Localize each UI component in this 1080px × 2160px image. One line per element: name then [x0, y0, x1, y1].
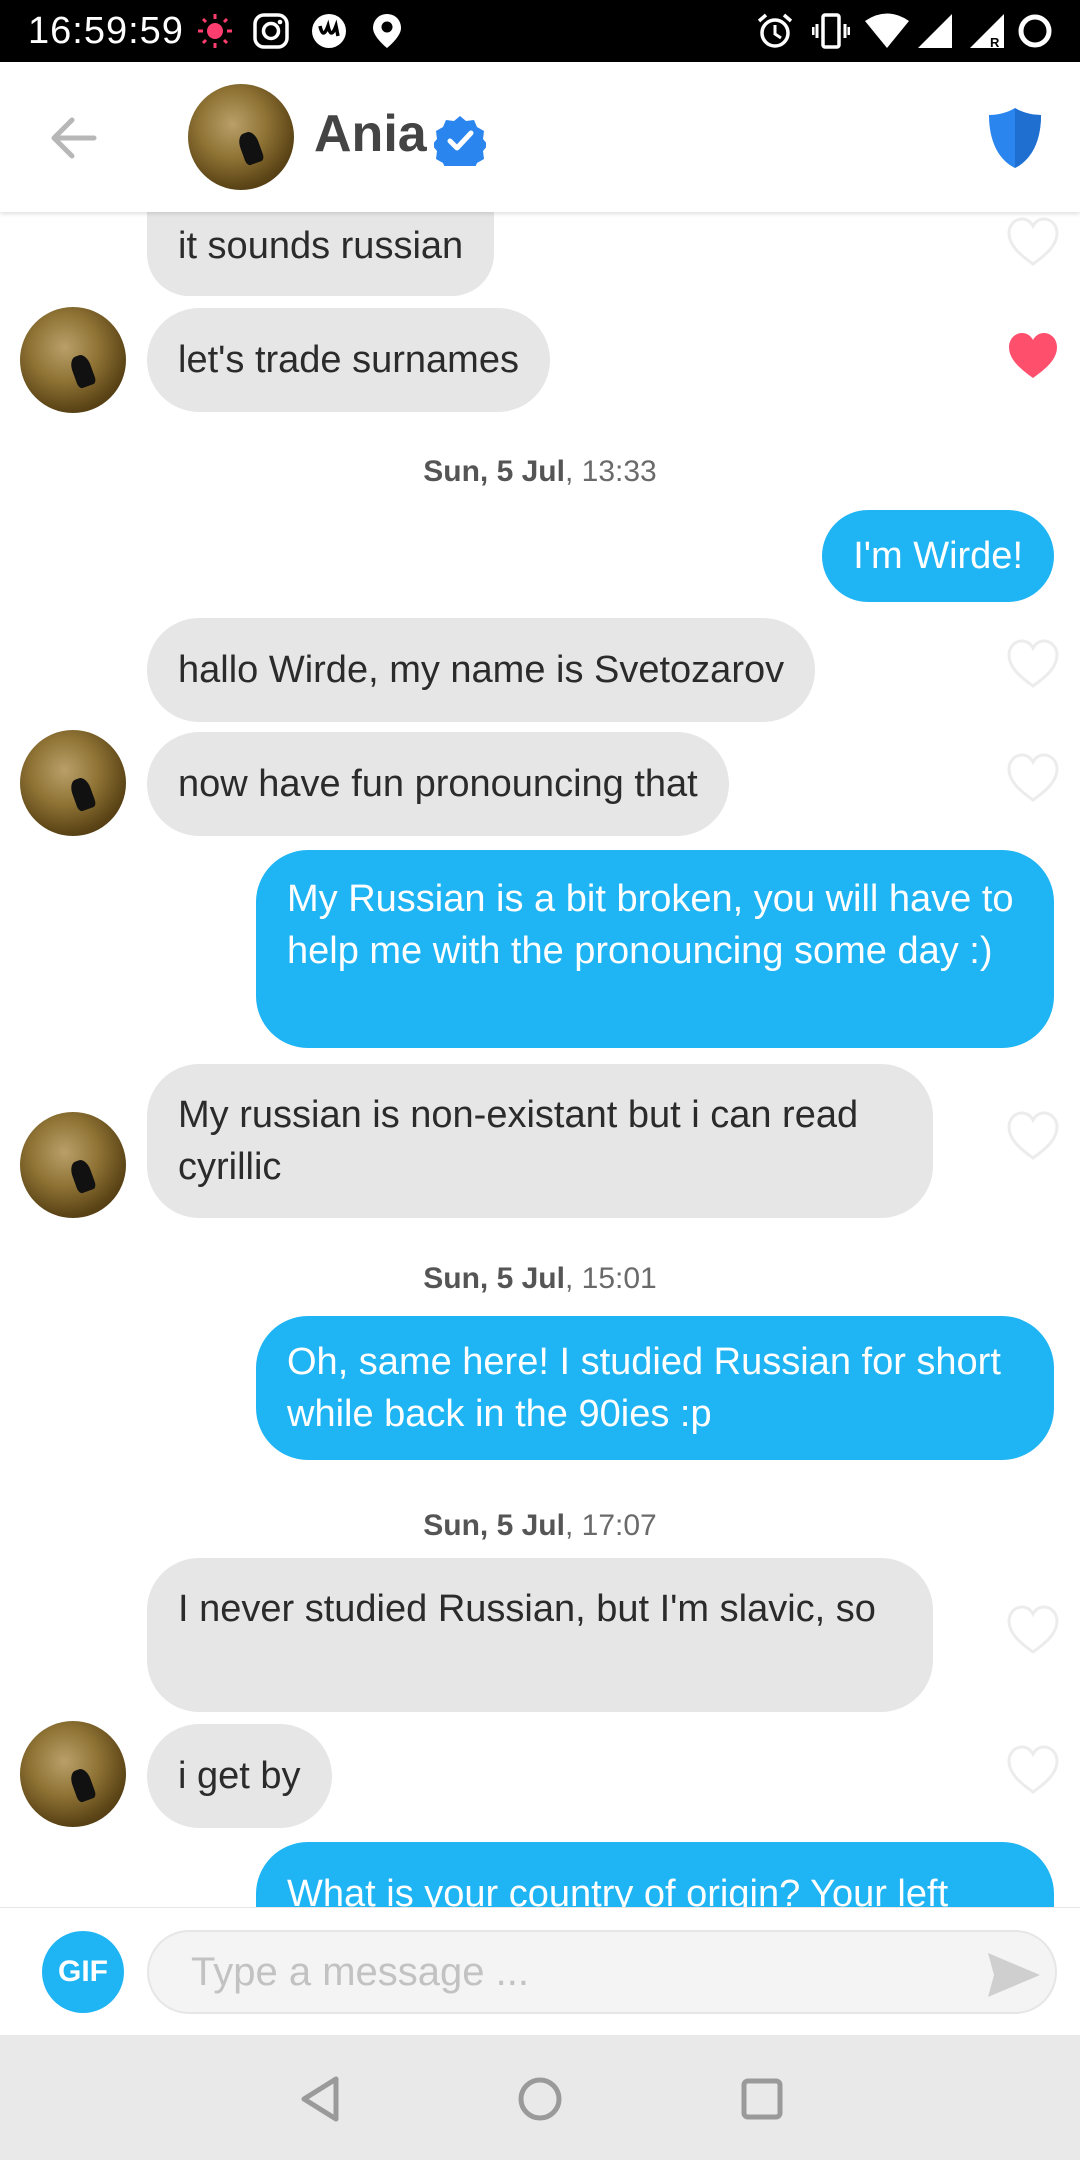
message-bubble-incoming[interactable]: My russian is non-existant but i can rea…: [147, 1064, 933, 1218]
message-timestamp: Sun, 5 Jul, 13:33: [423, 455, 657, 488]
message-input[interactable]: [147, 1930, 1057, 2014]
sender-avatar[interactable]: [20, 1112, 126, 1218]
nav-home-icon[interactable]: [514, 2073, 566, 2125]
svg-text:R: R: [990, 35, 1000, 50]
sender-avatar[interactable]: [20, 1721, 126, 1827]
message-bubble-incoming[interactable]: i get by: [147, 1724, 332, 1828]
nav-recents-icon[interactable]: [736, 2073, 788, 2125]
instagram-icon: [253, 13, 289, 49]
alarm-icon: [757, 13, 793, 48]
safety-shield-icon[interactable]: [985, 106, 1045, 170]
nav-back-icon[interactable]: [294, 2073, 346, 2125]
notification-dot-icon: [198, 14, 232, 48]
message-bubble-incoming[interactable]: hallo Wirde, my name is Svetozarov: [147, 618, 816, 722]
heart-outline-icon[interactable]: [1005, 1602, 1061, 1658]
message-bubble-outgoing[interactable]: I'm Wirde!: [822, 510, 1054, 602]
sender-avatar[interactable]: [20, 730, 126, 836]
location-icon: [373, 14, 401, 48]
message-bubble-incoming[interactable]: it sounds russian: [147, 212, 495, 296]
heart-outline-icon[interactable]: [1005, 1742, 1061, 1798]
message-bubble-outgoing[interactable]: Oh, same here! I studied Russian for sho…: [256, 1316, 1054, 1460]
verified-badge-icon: [434, 116, 486, 166]
message-composer: GIF: [0, 1907, 1080, 2035]
signal-icon: [918, 14, 952, 48]
status-time: 16:59:59: [28, 10, 184, 52]
heart-outline-icon[interactable]: [1005, 214, 1061, 270]
heart-filled-icon[interactable]: [1005, 328, 1061, 384]
wifi-icon: [865, 13, 909, 48]
message-bubble-outgoing[interactable]: My Russian is a bit broken, you will hav…: [256, 850, 1054, 1048]
heart-outline-icon[interactable]: [1005, 1108, 1061, 1164]
message-bubble-incoming[interactable]: I never studied Russian, but I'm slavic,…: [147, 1558, 933, 1712]
vibrate-icon: [812, 13, 850, 49]
back-arrow-icon[interactable]: [44, 108, 104, 168]
message-bubble-incoming[interactable]: now have fun pronouncing that: [147, 732, 729, 836]
heart-outline-icon[interactable]: [1005, 750, 1061, 806]
heart-outline-icon[interactable]: [1005, 636, 1061, 692]
sender-avatar[interactable]: [20, 307, 126, 413]
profile-avatar[interactable]: [188, 84, 294, 190]
system-navigation-bar: [0, 2035, 1080, 2160]
message-timestamp: Sun, 5 Jul, 15:01: [423, 1262, 657, 1295]
signal-roaming-icon: R: [970, 14, 1004, 50]
chat-header: Ania: [0, 62, 1080, 212]
app-icon: [312, 14, 346, 48]
status-bar: 16:59:59 R: [0, 0, 1080, 62]
profile-name[interactable]: Ania: [314, 102, 427, 166]
message-bubble-incoming[interactable]: let's trade surnames: [147, 308, 550, 412]
battery-icon: [1018, 14, 1052, 48]
message-timestamp: Sun, 5 Jul, 17:07: [423, 1509, 657, 1542]
send-icon[interactable]: [985, 1950, 1043, 2000]
gif-button[interactable]: GIF: [42, 1931, 124, 2013]
